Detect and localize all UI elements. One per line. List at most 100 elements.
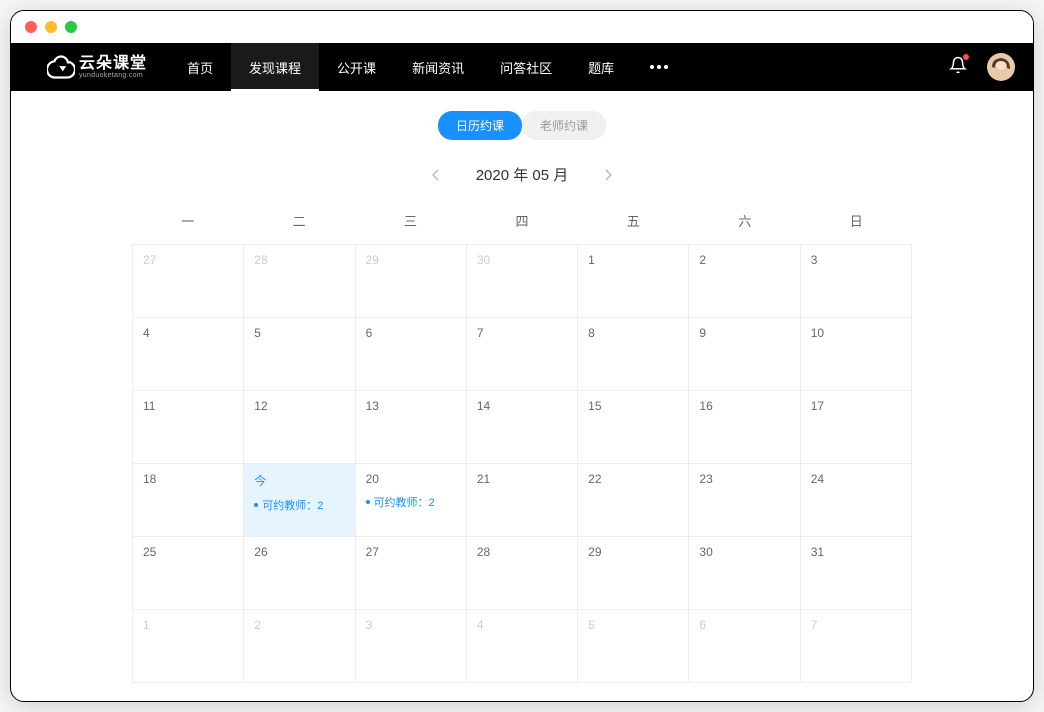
nav-item-0[interactable]: 首页 [169, 43, 231, 91]
day-number: 5 [588, 618, 678, 632]
calendar-day[interactable]: 30 [467, 245, 578, 318]
calendar-day[interactable]: 28 [244, 245, 355, 318]
calendar-day[interactable]: 31 [801, 537, 912, 610]
chevron-left-icon [432, 169, 440, 181]
calendar-day[interactable]: 22 [578, 464, 689, 537]
calendar-day[interactable]: 今可约教师：2 [244, 464, 355, 537]
nav-item-5[interactable]: 题库 [570, 43, 632, 91]
weekday-label: 一 [132, 203, 243, 238]
calendar-day[interactable]: 27 [133, 245, 244, 318]
calendar-day[interactable]: 4 [467, 610, 578, 683]
day-number: 29 [366, 253, 456, 267]
calendar-day[interactable]: 28 [467, 537, 578, 610]
weekday-label: 六 [689, 203, 800, 238]
day-number: 20 [366, 472, 456, 486]
calendar-day[interactable]: 1 [578, 245, 689, 318]
day-number: 4 [143, 326, 233, 340]
nav-more-button[interactable] [632, 65, 686, 69]
calendar-day[interactable]: 20 可约教师：2 [356, 464, 467, 537]
calendar-day[interactable]: 24 [801, 464, 912, 537]
weekday-label: 四 [466, 203, 577, 238]
calendar-day[interactable]: 15 [578, 391, 689, 464]
day-number: 25 [143, 545, 233, 559]
cloud-icon [47, 55, 75, 79]
calendar-day[interactable]: 7 [801, 610, 912, 683]
nav-item-2[interactable]: 公开课 [319, 43, 394, 91]
calendar-day[interactable]: 16 [689, 391, 800, 464]
calendar-day[interactable]: 1 [133, 610, 244, 683]
calendar-day[interactable]: 25 [133, 537, 244, 610]
weekday-header: 一二三四五六日 [132, 203, 912, 238]
calendar-day[interactable]: 30 [689, 537, 800, 610]
day-number: 12 [254, 399, 344, 413]
calendar-day[interactable]: 7 [467, 318, 578, 391]
calendar-day[interactable]: 3 [801, 245, 912, 318]
day-number: 15 [588, 399, 678, 413]
notifications-button[interactable] [949, 56, 967, 79]
content: 日历约课 老师约课 2020 年 05 月 一二三四五六日 2728293012… [11, 91, 1033, 701]
calendar-day[interactable]: 5 [578, 610, 689, 683]
calendar-day[interactable]: 10 [801, 318, 912, 391]
day-number: 24 [811, 472, 901, 486]
calendar-day[interactable]: 2 [689, 245, 800, 318]
calendar-day[interactable]: 3 [356, 610, 467, 683]
weekday-label: 五 [578, 203, 689, 238]
tab-teacher-booking[interactable]: 老师约课 [522, 111, 606, 140]
calendar-day[interactable]: 6 [689, 610, 800, 683]
nav-item-1[interactable]: 发现课程 [231, 43, 319, 91]
prev-month-button[interactable] [426, 165, 446, 185]
calendar: 一二三四五六日 27282930123456789101112131415161… [132, 203, 912, 683]
calendar-day[interactable]: 21 [467, 464, 578, 537]
day-number: 1 [143, 618, 233, 632]
month-navigation: 2020 年 05 月 [11, 164, 1033, 185]
minimize-window-button[interactable] [45, 21, 57, 33]
day-number: 27 [366, 545, 456, 559]
nav-item-4[interactable]: 问答社区 [482, 43, 570, 91]
calendar-day[interactable]: 27 [356, 537, 467, 610]
user-avatar[interactable] [987, 53, 1015, 81]
weekday-label: 三 [355, 203, 466, 238]
day-number: 3 [366, 618, 456, 632]
calendar-day[interactable]: 29 [356, 245, 467, 318]
day-number: 今 [254, 472, 344, 489]
calendar-day[interactable]: 14 [467, 391, 578, 464]
tab-calendar-booking[interactable]: 日历约课 [438, 111, 522, 140]
calendar-day[interactable]: 4 [133, 318, 244, 391]
dot-icon [650, 65, 654, 69]
day-event[interactable]: 可约教师：2 [254, 497, 344, 513]
day-number: 22 [588, 472, 678, 486]
day-number: 16 [699, 399, 789, 413]
calendar-day[interactable]: 18 [133, 464, 244, 537]
next-month-button[interactable] [598, 165, 618, 185]
day-number: 14 [477, 399, 567, 413]
day-number: 6 [366, 326, 456, 340]
day-number: 17 [811, 399, 901, 413]
maximize-window-button[interactable] [65, 21, 77, 33]
close-window-button[interactable] [25, 21, 37, 33]
calendar-day[interactable]: 13 [356, 391, 467, 464]
calendar-day[interactable]: 9 [689, 318, 800, 391]
calendar-day[interactable]: 8 [578, 318, 689, 391]
day-event[interactable]: 可约教师：2 [366, 494, 456, 510]
calendar-day[interactable]: 26 [244, 537, 355, 610]
event-dot-icon [366, 500, 370, 504]
day-number: 9 [699, 326, 789, 340]
calendar-day[interactable]: 23 [689, 464, 800, 537]
day-number: 5 [254, 326, 344, 340]
weekday-label: 日 [801, 203, 912, 238]
chevron-right-icon [604, 169, 612, 181]
calendar-day[interactable]: 2 [244, 610, 355, 683]
day-number: 3 [811, 253, 901, 267]
main-nav: 首页发现课程公开课新闻资讯问答社区题库 [169, 43, 632, 91]
calendar-day[interactable]: 17 [801, 391, 912, 464]
calendar-day[interactable]: 11 [133, 391, 244, 464]
calendar-day[interactable]: 12 [244, 391, 355, 464]
app-window: 云朵课堂 yunduoketang.com 首页发现课程公开课新闻资讯问答社区题… [10, 10, 1034, 702]
nav-item-3[interactable]: 新闻资讯 [394, 43, 482, 91]
calendar-day[interactable]: 6 [356, 318, 467, 391]
notification-badge [963, 54, 969, 60]
avatar-icon [987, 53, 1015, 81]
calendar-day[interactable]: 5 [244, 318, 355, 391]
calendar-day[interactable]: 29 [578, 537, 689, 610]
logo[interactable]: 云朵课堂 yunduoketang.com [47, 55, 147, 79]
